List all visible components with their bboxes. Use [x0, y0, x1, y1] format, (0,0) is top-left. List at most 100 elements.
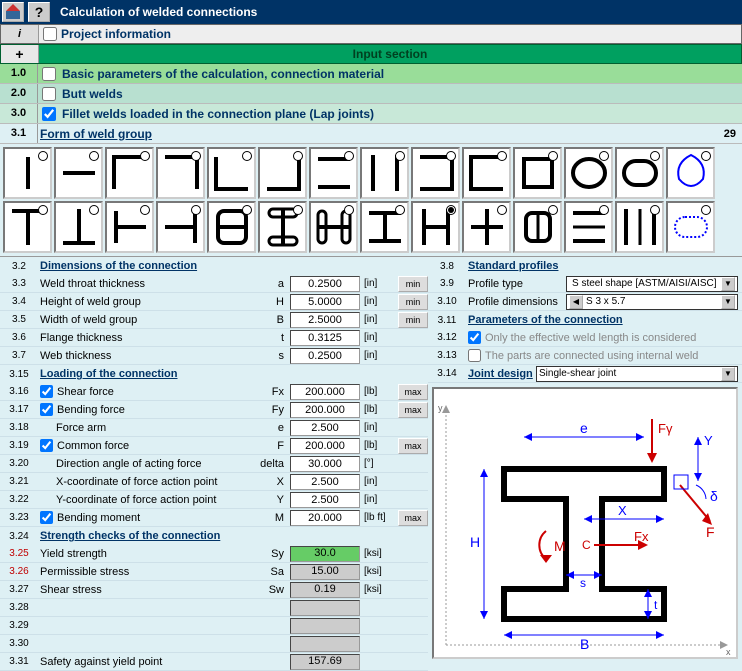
min-button[interactable]: min	[398, 276, 428, 292]
expand-button[interactable]: +	[1, 45, 39, 63]
param-symbol: t	[250, 332, 290, 344]
param-label: Only the effective weld length is consid…	[483, 332, 742, 344]
section-num: 3.24	[0, 531, 38, 542]
max-button[interactable]: max	[398, 402, 428, 418]
weld-shape-option[interactable]	[105, 147, 154, 199]
min-button[interactable]: min	[398, 312, 428, 328]
project-info-label: Project information	[61, 27, 171, 41]
param-label: X-coordinate of force action point	[38, 476, 250, 488]
weld-shape-option[interactable]	[54, 147, 103, 199]
param-symbol: H	[250, 296, 290, 308]
row-num: 3.27	[0, 584, 38, 595]
load-checkbox[interactable]	[40, 403, 53, 416]
load-checkbox[interactable]	[40, 511, 53, 524]
svg-text:Fx: Fx	[634, 529, 649, 544]
svg-text:X: X	[618, 503, 627, 518]
joint-design-select[interactable]: Single-shear joint ▼	[536, 366, 738, 382]
profile-select[interactable]: ◀S 3 x 5.7▼	[566, 294, 738, 310]
max-button[interactable]: max	[398, 384, 428, 400]
weld-shape-option[interactable]	[411, 201, 460, 253]
input-section-title: Input section	[39, 47, 741, 61]
weld-shape-option[interactable]	[564, 201, 613, 253]
sec30-checkbox[interactable]	[42, 107, 56, 121]
sec20-checkbox[interactable]	[42, 87, 56, 101]
weld-shape-option[interactable]	[105, 201, 154, 253]
param-checkbox[interactable]	[468, 349, 481, 362]
min-button[interactable]: min	[398, 294, 428, 310]
weld-shape-option[interactable]	[156, 201, 205, 253]
weld-shape-grid	[0, 144, 742, 257]
param-input[interactable]	[290, 438, 360, 454]
param-input[interactable]	[290, 492, 360, 508]
svg-text:C: C	[582, 538, 591, 552]
weld-shape-option[interactable]	[564, 147, 613, 199]
param-label: Flange thickness	[38, 332, 250, 344]
weld-shape-option[interactable]	[360, 147, 409, 199]
section-num: 3.1	[0, 124, 38, 143]
svg-text:B: B	[580, 636, 589, 652]
weld-shape-option[interactable]	[462, 147, 511, 199]
weld-shape-option[interactable]	[462, 201, 511, 253]
param-checkbox[interactable]	[468, 331, 481, 344]
param-unit: [in]	[360, 476, 396, 487]
section-num: 1.0	[0, 64, 38, 83]
param-input[interactable]	[290, 510, 360, 526]
row-num: 3.28	[0, 602, 38, 613]
weld-shape-option[interactable]	[513, 147, 562, 199]
weld-shape-option[interactable]	[615, 147, 664, 199]
row-num: 3.7	[0, 350, 38, 361]
param-input[interactable]	[290, 294, 360, 310]
weld-shape-option[interactable]	[207, 147, 256, 199]
param-input[interactable]	[290, 474, 360, 490]
param-label: Profile dimensions	[466, 296, 566, 308]
weld-shape-option[interactable]	[309, 201, 358, 253]
weld-shape-option[interactable]	[666, 201, 715, 253]
sec10-checkbox[interactable]	[42, 67, 56, 81]
weld-shape-option[interactable]	[615, 201, 664, 253]
help-button[interactable]: ?	[28, 2, 50, 22]
param-symbol: Y	[250, 494, 290, 506]
app-icon[interactable]	[2, 2, 24, 22]
param-input[interactable]	[290, 312, 360, 328]
row-num: 3.6	[0, 332, 38, 343]
param-input[interactable]	[290, 402, 360, 418]
sec32-title: Dimensions of the connection	[40, 260, 197, 272]
param-input[interactable]	[290, 456, 360, 472]
param-label: Height of weld group	[38, 296, 250, 308]
weld-shape-option[interactable]	[258, 201, 307, 253]
param-label: Shear force	[55, 386, 250, 398]
info-i: i	[1, 25, 39, 43]
weld-shape-option[interactable]	[666, 147, 715, 199]
param-input[interactable]	[290, 384, 360, 400]
param-unit: [ksi]	[360, 548, 396, 559]
param-input[interactable]	[290, 330, 360, 346]
param-input[interactable]	[290, 420, 360, 436]
param-unit: [in]	[360, 422, 396, 433]
sec315-title: Loading of the connection	[40, 368, 178, 380]
param-unit: [in]	[360, 494, 396, 505]
param-input[interactable]	[290, 348, 360, 364]
weld-shape-option[interactable]	[513, 201, 562, 253]
load-checkbox[interactable]	[40, 439, 53, 452]
param-label: Bending moment	[55, 512, 250, 524]
param-unit: [in]	[360, 332, 396, 343]
weld-shape-option[interactable]	[54, 201, 103, 253]
load-checkbox[interactable]	[40, 385, 53, 398]
param-label: Bending force	[55, 404, 250, 416]
row-num: 3.19	[0, 440, 38, 451]
weld-shape-option[interactable]	[156, 147, 205, 199]
weld-shape-option[interactable]	[3, 201, 52, 253]
weld-shape-option[interactable]	[411, 147, 460, 199]
max-button[interactable]: max	[398, 510, 428, 526]
weld-shape-option[interactable]	[207, 201, 256, 253]
chevron-down-icon: ▼	[721, 277, 735, 291]
param-input[interactable]	[290, 276, 360, 292]
profile-select[interactable]: S steel shape [ASTM/AISI/AISC]▼	[566, 276, 738, 292]
sec324-title: Strength checks of the connection	[40, 530, 220, 542]
max-button[interactable]: max	[398, 438, 428, 454]
project-info-checkbox[interactable]	[43, 27, 57, 41]
weld-shape-option[interactable]	[3, 147, 52, 199]
weld-shape-option[interactable]	[309, 147, 358, 199]
weld-shape-option[interactable]	[258, 147, 307, 199]
weld-shape-option[interactable]	[360, 201, 409, 253]
